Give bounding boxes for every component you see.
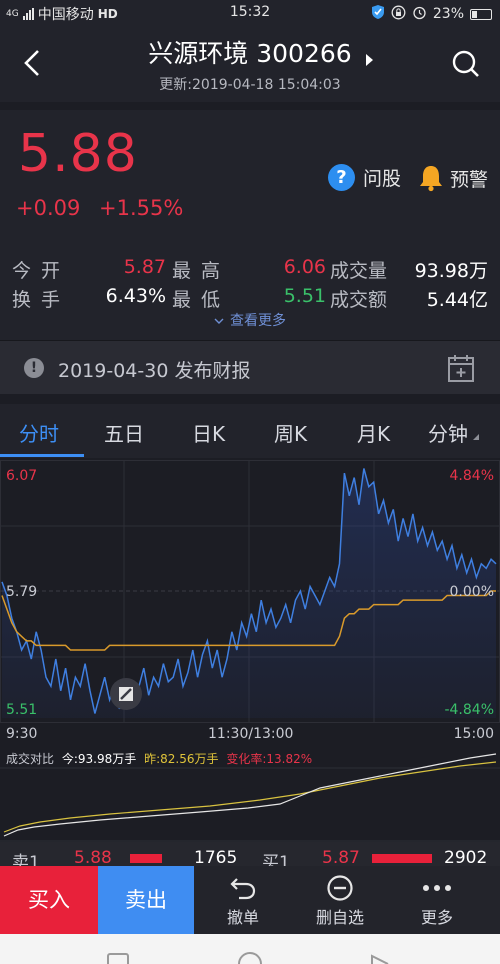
volume-compare: 成交对比 今:93.98万手 昨:82.56万手 变化率:13.82% [0, 750, 500, 842]
minus-circle-icon [327, 875, 353, 901]
quote-panel: 5.88 +0.09 +1.55% ? 问股 预警 今 开 5.87 最 高 6… [0, 102, 500, 340]
turnover-label: 换 手 [12, 289, 63, 311]
view-more-button[interactable]: 查看更多 [0, 310, 500, 330]
battery-percent: 23% [432, 6, 464, 22]
bell-icon [420, 166, 442, 192]
ask-stock-button[interactable]: ? 问股 [328, 164, 401, 191]
status-bar: 4G 中国移动 HD 15:32 23% [0, 0, 500, 26]
exclamation-icon: ! [24, 358, 44, 378]
high-label: 最 高 [172, 260, 223, 282]
battery-icon [470, 8, 492, 20]
bid1-qty: 2902 [444, 848, 488, 866]
more-button[interactable]: 更多 [392, 872, 482, 928]
bottom-toolbar: 买入 卖出 撤单 删自选 更多 [0, 866, 500, 934]
volume-today-line [3, 753, 497, 837]
ask1-label: 卖1 [12, 853, 40, 866]
volume-yesterday-line [3, 761, 497, 833]
nav-back-icon [371, 954, 389, 964]
y-axis-bot-left: 5.51 [6, 702, 38, 718]
bid1-bar [372, 854, 432, 863]
volume-compare-svg [0, 753, 500, 842]
calendar-add-icon [448, 355, 474, 382]
search-icon [452, 50, 479, 77]
current-price: 5.88 [18, 124, 138, 184]
turnover-value: 6.43% [105, 285, 166, 307]
low-label: 最 低 [172, 289, 223, 311]
tab-five-day[interactable]: 五日 [104, 418, 144, 447]
price-change: +0.09 +1.55% [16, 196, 183, 220]
chevron-down-icon [214, 318, 224, 324]
high-value: 6.06 [283, 256, 326, 278]
ask1-price: 5.88 [74, 848, 112, 866]
nav-recents-icon [107, 953, 129, 964]
tab-active-indicator [0, 454, 84, 457]
system-nav-svg [107, 952, 389, 964]
expand-icon [119, 687, 133, 701]
lock-rotation-icon [391, 5, 406, 24]
remove-favorite-button[interactable]: 删自选 [295, 872, 385, 928]
y-axis-bot-right: -4.84% [444, 702, 494, 718]
undo-icon [230, 878, 256, 900]
bid1-label: 买1 [262, 853, 290, 866]
amount-label: 成交额 [330, 289, 388, 311]
ask1-qty: 1765 [194, 848, 238, 866]
change-percent: +1.55% [99, 196, 184, 220]
y-axis-top-right: 4.84% [449, 468, 494, 484]
x-axis-mid: 11:30/13:00 [208, 726, 294, 742]
tab-monthly-k[interactable]: 月K [357, 418, 390, 447]
y-axis-top-left: 6.07 [6, 468, 38, 484]
tab-intraday[interactable]: 分时 [19, 418, 59, 447]
update-time: 更新:2019-04-18 15:04:03 [159, 77, 341, 93]
earnings-notice-text: 2019-04-30 发布财报 [58, 360, 251, 382]
volume-label: 成交量 [330, 260, 388, 282]
earnings-notice[interactable]: ! 2019-04-30 发布财报 [0, 340, 500, 394]
x-axis-end: 15:00 [453, 726, 494, 742]
fullscreen-button[interactable] [110, 678, 142, 710]
y-axis-mid-left: 5.79 [6, 584, 38, 600]
sell-button[interactable]: 卖出 [98, 866, 194, 934]
y-axis-mid-right: 0.00% [449, 584, 494, 600]
dropdown-triangle-icon [473, 434, 479, 440]
search-button[interactable] [450, 48, 482, 80]
page-title: 兴源环境 300266 [148, 39, 352, 68]
next-stock-button[interactable] [364, 52, 374, 71]
header: 兴源环境 300266 更新:2019-04-18 15:04:03 [0, 26, 500, 102]
low-value: 5.51 [283, 285, 326, 307]
bid1-price: 5.87 [322, 848, 360, 866]
alarm-icon [412, 5, 427, 24]
price-alert-button[interactable]: 预警 [418, 164, 488, 192]
chart-tabs: 分时 五日 日K 周K 月K 分钟 [0, 404, 500, 458]
tab-weekly-k[interactable]: 周K [274, 418, 307, 447]
change-amount: +0.09 [16, 196, 81, 220]
open-label: 今 开 [12, 260, 63, 282]
tab-daily-k[interactable]: 日K [192, 418, 225, 447]
shield-icon [371, 4, 385, 24]
buy-button[interactable]: 买入 [0, 866, 98, 934]
x-axis-start: 9:30 [6, 726, 38, 742]
cancel-order-button[interactable]: 撤单 [198, 872, 288, 928]
order-book-peek: 卖1 5.88 1765 买1 5.87 2902 [0, 842, 500, 866]
add-calendar-button[interactable] [447, 353, 475, 387]
triangle-right-icon [366, 54, 373, 66]
question-icon: ? [328, 164, 355, 191]
volume-value: 93.98万 [414, 260, 488, 282]
intraday-chart[interactable]: 6.07 5.79 5.51 4.84% 0.00% -4.84% 9:30 1… [0, 460, 500, 750]
more-dots-icon [423, 885, 451, 891]
amount-value: 5.44亿 [426, 289, 488, 311]
system-nav-bar [0, 934, 500, 964]
ask1-bar [130, 854, 162, 863]
open-value: 5.87 [123, 256, 166, 278]
nav-home-icon [238, 952, 262, 964]
intraday-chart-svg [0, 460, 500, 723]
tab-minute[interactable]: 分钟 [428, 418, 480, 447]
